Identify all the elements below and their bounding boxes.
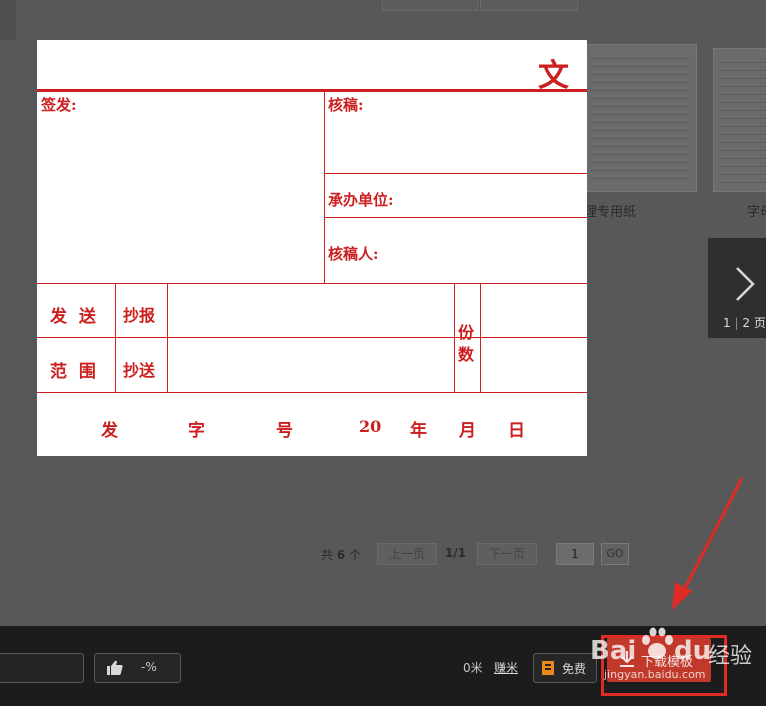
thumbnail-next-panel[interactable]: 1 | 2 页 <box>708 238 766 338</box>
next-page-button[interactable]: 下一页 <box>477 543 537 565</box>
chevron-right-icon[interactable] <box>734 266 756 308</box>
form-vertical-divider <box>324 92 325 283</box>
chaosong-label: 抄送 <box>123 361 156 380</box>
footer-year-prefix: 20 <box>359 417 382 436</box>
watermark-url: jingyan.baidu.com <box>604 668 706 681</box>
thumbs-up-icon <box>107 660 123 679</box>
arrow-annotation <box>672 477 744 610</box>
watermark-jingyan: 经验 <box>708 644 753 669</box>
thumbnail-table-lines <box>720 55 766 185</box>
comment-input[interactable] <box>0 653 84 683</box>
shu-label: 数 <box>458 345 475 364</box>
pager-unit: 页 <box>753 316 766 330</box>
form-line <box>480 283 481 392</box>
footer-yue: 月 <box>459 421 476 441</box>
form-line <box>324 217 587 218</box>
free-button[interactable]: 免费 <box>533 653 597 683</box>
go-button[interactable]: GO <box>601 543 629 565</box>
free-label: 免费 <box>562 662 587 676</box>
fen-label: 份 <box>458 323 475 342</box>
pagination-total-count: 6 <box>336 548 346 562</box>
footer-fa: 发 <box>101 421 118 441</box>
earn-link[interactable]: 赚米 <box>494 659 518 676</box>
form-line <box>37 337 587 338</box>
bg-top-button-2 <box>480 0 578 11</box>
like-button[interactable]: -% <box>94 653 181 683</box>
header-rule <box>37 89 587 92</box>
document-preview: 文 签发: 核稿: 承办单位: 核稿人: 发 送 范 围 抄报 抄送 份 数 发… <box>37 40 587 456</box>
template-thumbnail-2[interactable] <box>713 48 766 192</box>
page-left-strip <box>0 0 16 40</box>
thumbnail-table-lines <box>590 51 690 185</box>
pagination-total: 共 6 个 <box>321 546 361 563</box>
thumbnail-pager: 1 | 2 页 <box>723 314 766 331</box>
footer-zi: 字 <box>188 421 205 441</box>
page-number-input[interactable]: 1 <box>556 543 594 565</box>
qianfa-label: 签发: <box>41 96 77 114</box>
pager-separator: | <box>734 316 739 330</box>
paw-icon <box>640 626 674 666</box>
distance-text: 0米 <box>463 661 483 675</box>
fanwei-label: 范 围 <box>50 362 96 382</box>
form-line <box>454 283 455 392</box>
hegaoren-label: 核稿人: <box>328 245 379 263</box>
bookmark-icon <box>542 661 554 675</box>
form-line <box>115 283 116 392</box>
thumbnail-2-caption[interactable]: 字母 <box>747 201 766 220</box>
chengban-label: 承办单位: <box>328 191 394 209</box>
footer-nian: 年 <box>410 421 427 441</box>
baidu-jingyan-watermark: Bai du 经验 jingyan.baidu.com <box>590 624 752 684</box>
form-line <box>324 173 587 174</box>
thumbnail-1-caption[interactable]: 理专用纸 <box>584 201 636 220</box>
watermark-du: du <box>674 636 712 666</box>
form-line <box>37 283 587 284</box>
pager-current: 1 <box>723 316 731 330</box>
pagination-total-suffix: 个 <box>349 548 362 562</box>
template-thumbnail-1[interactable] <box>583 44 697 192</box>
fasong-label: 发 送 <box>50 307 96 327</box>
like-value: -% <box>141 660 157 674</box>
pagination-position: 1/1 <box>445 546 467 560</box>
footer-ri: 日 <box>508 421 525 441</box>
prev-page-button[interactable]: 上一页 <box>377 543 437 565</box>
footer-hao: 号 <box>276 421 293 441</box>
form-line <box>37 392 587 393</box>
watermark-bai: Bai <box>590 636 637 666</box>
pager-total: 2 <box>742 316 750 330</box>
form-line <box>167 283 168 392</box>
bg-top-button-1 <box>382 0 478 11</box>
pagination-total-prefix: 共 <box>321 548 334 562</box>
chaobao-label: 抄报 <box>123 306 156 325</box>
hegao-label: 核稿: <box>328 96 364 114</box>
